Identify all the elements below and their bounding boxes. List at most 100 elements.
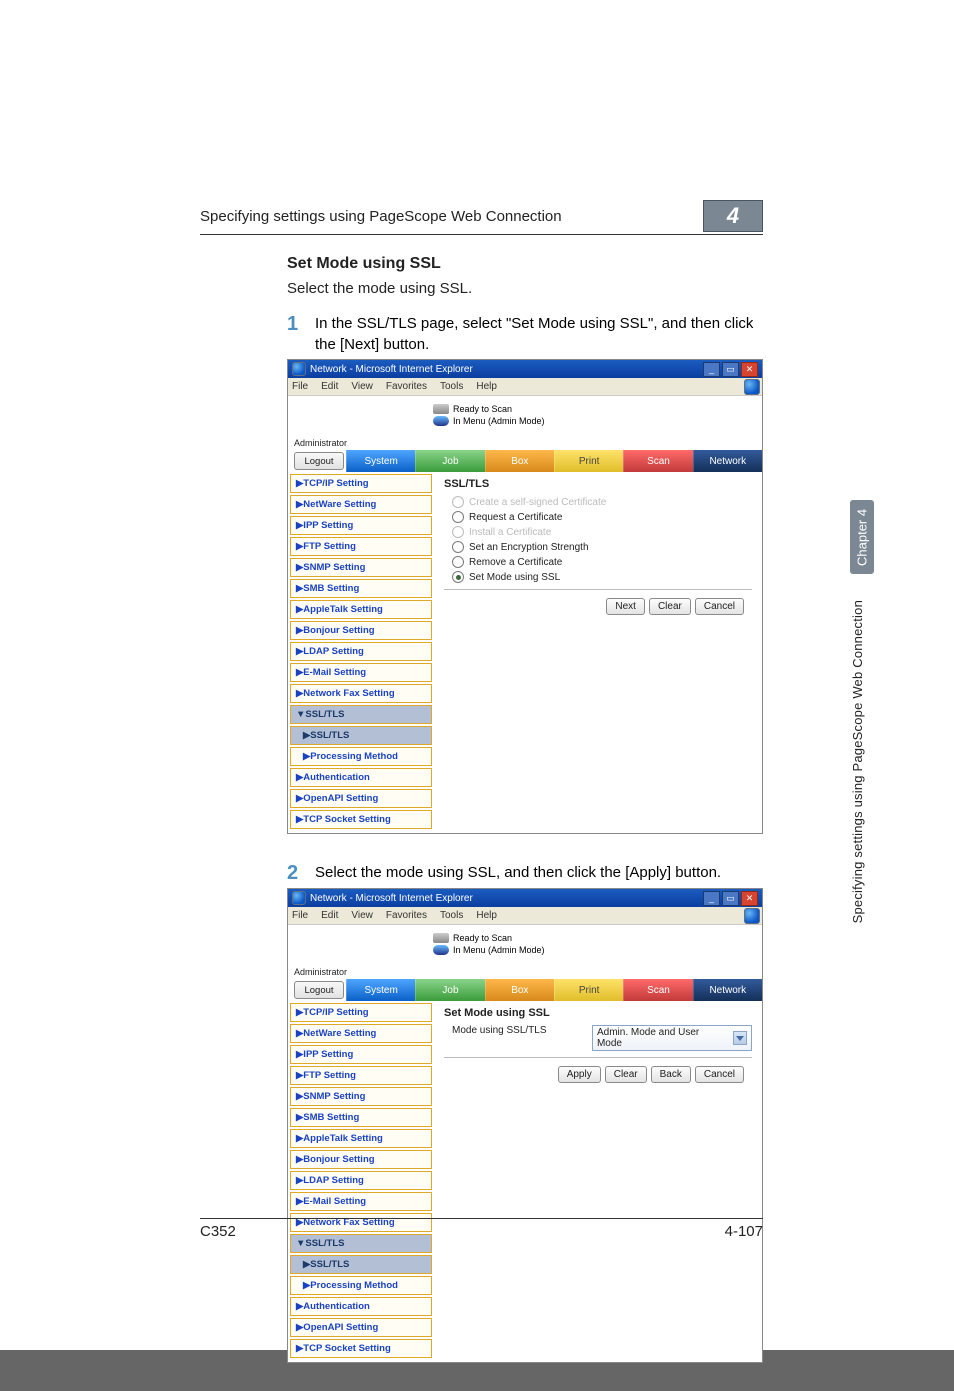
sidebar-item[interactable]: ▶TCP/IP Setting — [290, 474, 432, 493]
menu-tools[interactable]: Tools — [440, 910, 463, 921]
footer-page-number: 4-107 — [725, 1223, 763, 1240]
sidebar-item[interactable]: ▶Authentication — [290, 768, 432, 787]
sidebar-item[interactable]: ▶SNMP Setting — [290, 1087, 432, 1106]
radio-mode-ssl[interactable] — [452, 571, 464, 583]
cancel-button[interactable]: Cancel — [695, 1066, 744, 1083]
tab-box[interactable]: Box — [485, 450, 554, 472]
sidebar-item[interactable]: ▶IPP Setting — [290, 1045, 432, 1064]
sidebar-item-ssltls-group[interactable]: ▼SSL/TLS — [290, 705, 432, 724]
tab-scan[interactable]: Scan — [623, 450, 692, 472]
menu-file[interactable]: File — [292, 381, 308, 392]
menu-view[interactable]: View — [351, 381, 373, 392]
panel-title: Set Mode using SSL — [444, 1007, 752, 1019]
section-heading: Set Mode using SSL — [287, 255, 763, 273]
sidebar-item[interactable]: ▶IPP Setting — [290, 516, 432, 535]
sidebar-item[interactable]: ▶NetWare Setting — [290, 495, 432, 514]
menu-favorites[interactable]: Favorites — [386, 910, 427, 921]
tab-box[interactable]: Box — [485, 979, 554, 1001]
sidebar-item[interactable]: ▶AppleTalk Setting — [290, 600, 432, 619]
menu-edit[interactable]: Edit — [321, 910, 338, 921]
minimize-button[interactable]: _ — [703, 362, 720, 377]
radio-cert-request[interactable] — [452, 511, 464, 523]
tab-system[interactable]: System — [346, 450, 415, 472]
radio-label: Set an Encryption Strength — [469, 542, 589, 553]
sidebar-item[interactable]: ▶SMB Setting — [290, 1108, 432, 1127]
intro-paragraph: Select the mode using SSL. — [287, 279, 763, 299]
sidebar-item[interactable]: ▶OpenAPI Setting — [290, 789, 432, 808]
step-text-2: Select the mode using SSL, and then clic… — [315, 862, 763, 883]
next-button[interactable]: Next — [606, 598, 645, 615]
radio-label: Create a self-signed Certificate — [469, 497, 606, 508]
sidebar-item-processing[interactable]: ▶Processing Method — [290, 1276, 432, 1295]
radio-cert-self[interactable] — [452, 496, 464, 508]
sidebar-item[interactable]: ▶Authentication — [290, 1297, 432, 1316]
sidebar-item[interactable]: ▶AppleTalk Setting — [290, 1129, 432, 1148]
tab-network[interactable]: Network — [693, 979, 762, 1001]
menu-edit[interactable]: Edit — [321, 381, 338, 392]
sidebar-item[interactable]: ▶LDAP Setting — [290, 1171, 432, 1190]
cancel-button[interactable]: Cancel — [695, 598, 744, 615]
menu-help[interactable]: Help — [476, 910, 497, 921]
mode-select[interactable]: Admin. Mode and User Mode — [592, 1025, 752, 1051]
tab-print[interactable]: Print — [554, 450, 623, 472]
logout-button[interactable]: Logout — [294, 452, 344, 470]
sidebar-item[interactable]: ▶Network Fax Setting — [290, 684, 432, 703]
admin-label: Administrator — [294, 967, 347, 977]
window-title: Network - Microsoft Internet Explorer — [310, 364, 473, 375]
tab-system[interactable]: System — [346, 979, 415, 1001]
radio-encryption-strength[interactable] — [452, 541, 464, 553]
sidebar-item[interactable]: ▶TCP/IP Setting — [290, 1003, 432, 1022]
running-header: Specifying settings using PageScope Web … — [200, 208, 562, 225]
sidebar-item[interactable]: ▶TCP Socket Setting — [290, 810, 432, 829]
sidebar-item[interactable]: ▶TCP Socket Setting — [290, 1339, 432, 1358]
tab-network[interactable]: Network — [693, 450, 762, 472]
status-ready: Ready to Scan — [453, 933, 512, 943]
radio-cert-install[interactable] — [452, 526, 464, 538]
tab-print[interactable]: Print — [554, 979, 623, 1001]
menu-file[interactable]: File — [292, 910, 308, 921]
status-mode: In Menu (Admin Mode) — [453, 416, 545, 426]
sidebar-item[interactable]: ▶SMB Setting — [290, 579, 432, 598]
maximize-button[interactable]: ▭ — [722, 362, 739, 377]
radio-label: Install a Certificate — [469, 527, 551, 538]
sidebar-item[interactable]: ▶OpenAPI Setting — [290, 1318, 432, 1337]
menu-help[interactable]: Help — [476, 381, 497, 392]
chapter-thumb-text: Specifying settings using PageScope Web … — [850, 600, 865, 923]
apply-button[interactable]: Apply — [558, 1066, 601, 1083]
sidebar-item[interactable]: ▶E-Mail Setting — [290, 1192, 432, 1211]
sidebar-item-ssltls[interactable]: ▶SSL/TLS — [290, 726, 432, 745]
sidebar-item[interactable]: ▶Bonjour Setting — [290, 1150, 432, 1169]
radio-cert-remove[interactable] — [452, 556, 464, 568]
meter-icon — [433, 945, 449, 955]
sidebar-item[interactable]: ▶FTP Setting — [290, 537, 432, 556]
menu-favorites[interactable]: Favorites — [386, 381, 427, 392]
sidebar-item[interactable]: ▶SNMP Setting — [290, 558, 432, 577]
minimize-button[interactable]: _ — [703, 891, 720, 906]
maximize-button[interactable]: ▭ — [722, 891, 739, 906]
sidebar-item[interactable]: ▶E-Mail Setting — [290, 663, 432, 682]
clear-button[interactable]: Clear — [649, 598, 691, 615]
menu-view[interactable]: View — [351, 910, 373, 921]
sidebar-item[interactable]: ▶LDAP Setting — [290, 642, 432, 661]
sidebar-item[interactable]: ▶FTP Setting — [290, 1066, 432, 1085]
logout-button[interactable]: Logout — [294, 981, 344, 999]
close-button[interactable]: ✕ — [741, 362, 758, 377]
window-title: Network - Microsoft Internet Explorer — [310, 893, 473, 904]
step-number-2: 2 — [287, 862, 315, 884]
tab-job[interactable]: Job — [415, 979, 484, 1001]
mode-label: Mode using SSL/TLS — [452, 1025, 592, 1051]
sidebar-item[interactable]: ▶Bonjour Setting — [290, 621, 432, 640]
tab-scan[interactable]: Scan — [623, 979, 692, 1001]
chapter-badge: 4 — [703, 200, 763, 232]
chapter-thumb-tab: Chapter 4 — [850, 500, 874, 574]
clear-button[interactable]: Clear — [605, 1066, 647, 1083]
sidebar-item-processing[interactable]: ▶Processing Method — [290, 747, 432, 766]
sidebar-item-ssltls[interactable]: ▶SSL/TLS — [290, 1255, 432, 1274]
back-button[interactable]: Back — [651, 1066, 691, 1083]
close-button[interactable]: ✕ — [741, 891, 758, 906]
sidebar-item[interactable]: ▶NetWare Setting — [290, 1024, 432, 1043]
tab-job[interactable]: Job — [415, 450, 484, 472]
menu-tools[interactable]: Tools — [440, 381, 463, 392]
ie-icon — [292, 891, 306, 905]
status-ready: Ready to Scan — [453, 404, 512, 414]
